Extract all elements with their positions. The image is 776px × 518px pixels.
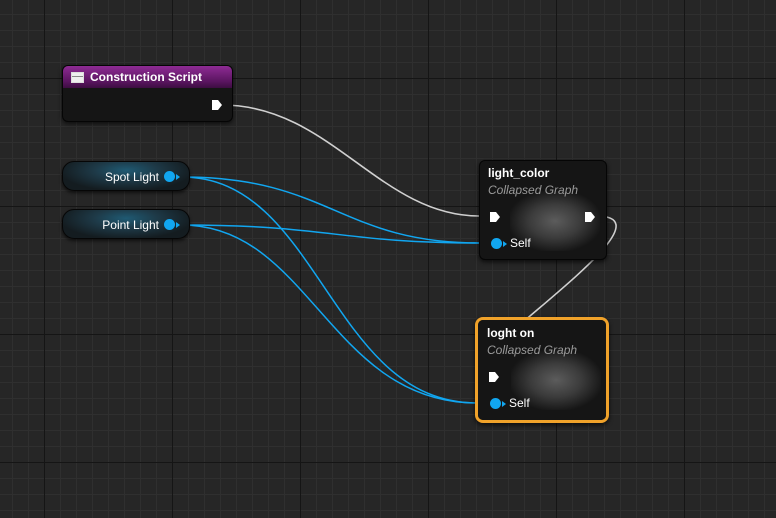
object-wire-point-to-light-color[interactable] <box>181 224 481 244</box>
function-entry-icon <box>71 71 84 83</box>
object-wire-spot-to-light-color[interactable] <box>181 176 481 244</box>
construction-script-title: Construction Script <box>90 70 203 84</box>
self-pin-label: Self <box>509 396 530 410</box>
self-input-pin-icon[interactable] <box>491 238 507 249</box>
light-color-subtitle: Collapsed Graph <box>488 183 579 197</box>
exec-output-pin-icon[interactable] <box>584 211 596 223</box>
construction-script-header[interactable]: Construction Script <box>63 66 232 88</box>
object-output-pin-icon[interactable] <box>164 219 180 230</box>
loght-on-collapsed-graph-node[interactable]: loght on Collapsed Graph Self <box>475 317 609 423</box>
point-light-label: Point Light <box>102 218 159 232</box>
object-wire-point-to-loght-on[interactable] <box>181 224 478 404</box>
loght-on-subtitle: Collapsed Graph <box>487 343 578 357</box>
exec-wire-construction-to-light-color[interactable] <box>221 104 480 217</box>
loght-on-title: loght on <box>487 326 535 340</box>
object-wire-spot-to-loght-on[interactable] <box>181 176 478 404</box>
spot-light-variable-node[interactable]: Spot Light <box>62 161 190 191</box>
self-pin-label: Self <box>510 236 531 250</box>
object-output-pin-icon[interactable] <box>164 171 180 182</box>
construction-script-node[interactable]: Construction Script <box>62 65 233 122</box>
spot-light-label: Spot Light <box>104 170 159 184</box>
exec-input-pin-icon[interactable] <box>489 211 501 223</box>
exec-input-pin-icon[interactable] <box>488 371 500 383</box>
light-color-title: light_color <box>488 166 550 180</box>
point-light-variable-node[interactable]: Point Light <box>62 209 190 239</box>
light-color-collapsed-graph-node[interactable]: light_color Collapsed Graph Self <box>479 160 607 260</box>
exec-output-pin-icon[interactable] <box>211 99 223 111</box>
self-input-pin-icon[interactable] <box>490 398 506 409</box>
